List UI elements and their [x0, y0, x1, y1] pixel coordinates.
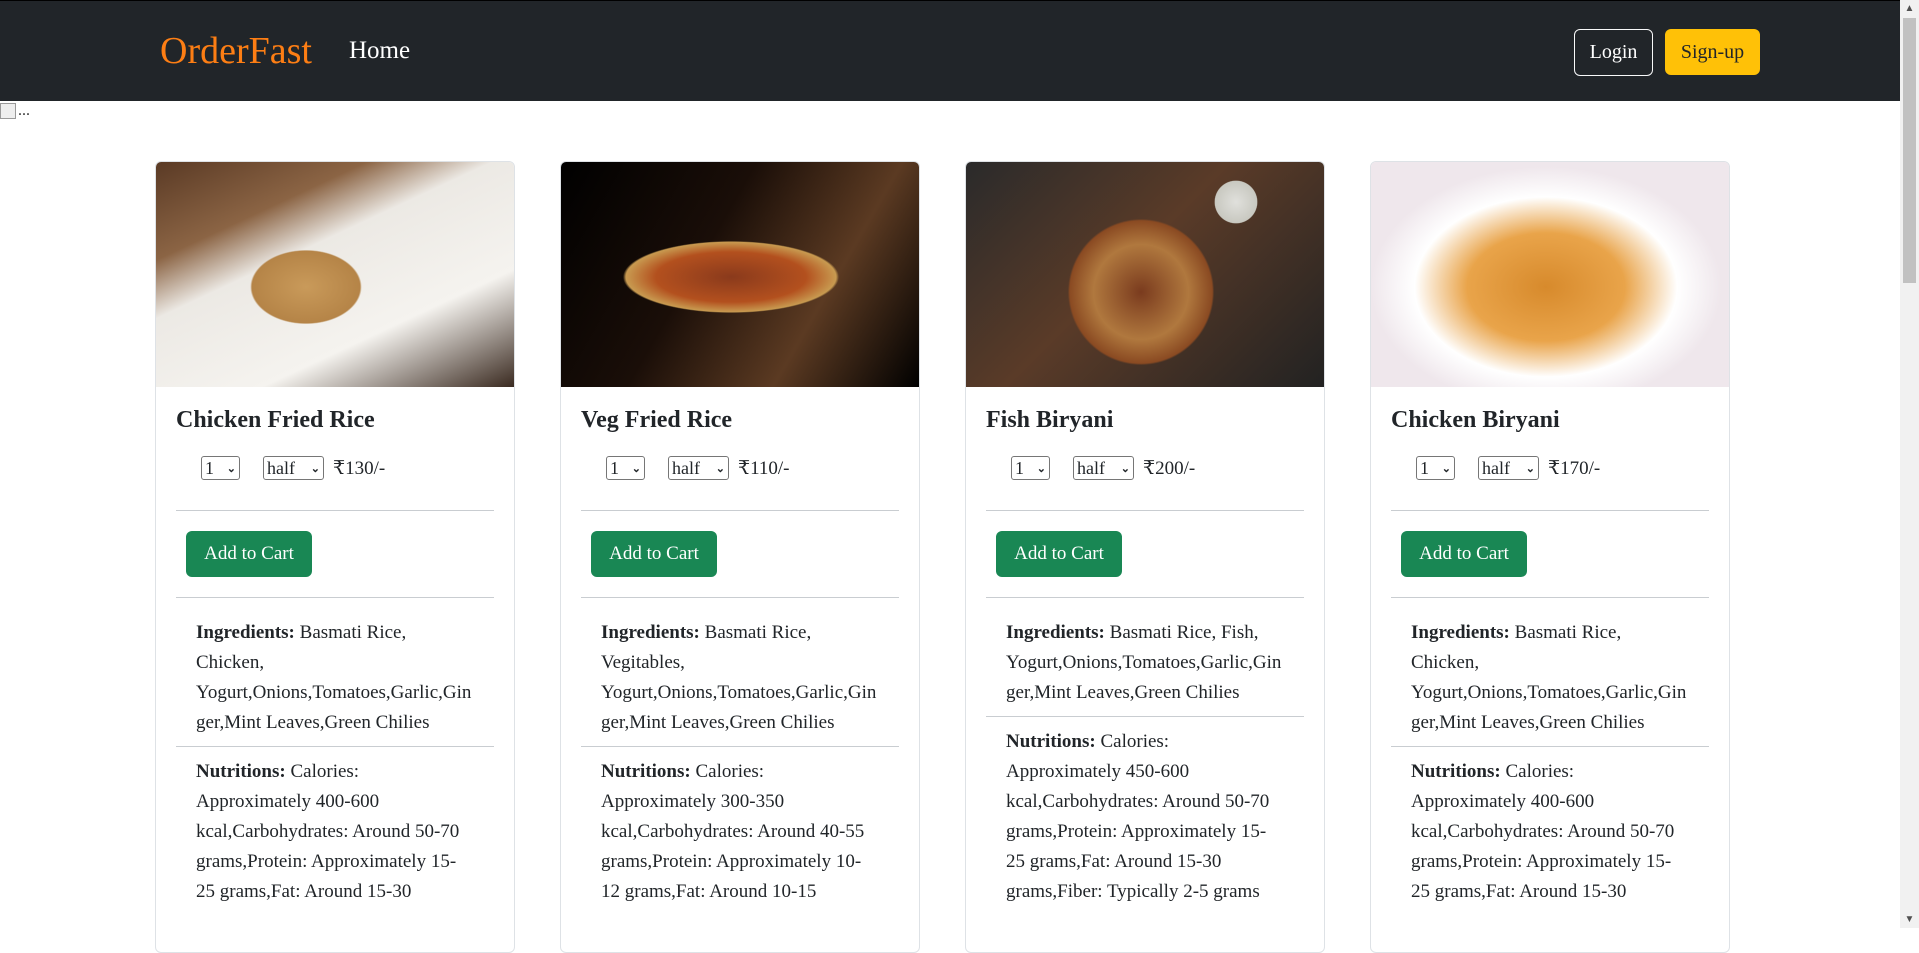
chevron-down-icon: ⌄	[226, 462, 236, 475]
card-body: Chicken Biryani 1 ⌄ half ⌄ ₹170/- Add to C…	[1391, 387, 1709, 907]
scroll-thumb[interactable]	[1903, 18, 1916, 283]
size-select[interactable]: half ⌄	[1073, 456, 1134, 480]
food-image	[1371, 162, 1729, 387]
nutritions-value: Calories: Approximately 300-350 kcal,Car…	[601, 761, 865, 902]
navbar: OrderFast Home Login Sign-up	[0, 0, 1900, 101]
nutritions-label: Nutritions:	[601, 761, 691, 782]
divider	[581, 510, 899, 511]
size-value: half	[672, 457, 700, 478]
nutritions-label: Nutritions:	[1006, 731, 1096, 752]
nutritions-text: Nutritions: Calories: Approximately 400-…	[1391, 747, 1709, 907]
card-body: Fish Biryani 1 ⌄ half ⌄ ₹200/- Add to Cart…	[986, 387, 1304, 907]
divider	[986, 510, 1304, 511]
food-image	[561, 162, 919, 387]
chevron-down-icon: ⌄	[715, 462, 725, 475]
nutritions-value: Calories: Approximately 400-600 kcal,Car…	[1411, 761, 1675, 902]
size-value: half	[1482, 457, 1510, 478]
nutritions-text: Nutritions: Calories: Approximately 450-…	[986, 717, 1304, 907]
food-image	[966, 162, 1324, 387]
order-options: 1 ⌄ half ⌄ ₹130/-	[176, 454, 494, 482]
ingredients-label: Ingredients:	[196, 622, 295, 643]
price: ₹170/-	[1548, 457, 1601, 479]
card-body: Veg Fried Rice 1 ⌄ half ⌄ ₹110/- Add to Ca…	[581, 387, 899, 907]
food-title: Veg Fried Rice	[581, 407, 733, 433]
brand-logo[interactable]: OrderFast	[160, 29, 312, 73]
size-select[interactable]: half ⌄	[1478, 456, 1539, 480]
add-to-cart-button[interactable]: Add to Cart	[1401, 531, 1527, 577]
ingredients-label: Ingredients:	[601, 622, 700, 643]
food-card: Fish Biryani 1 ⌄ half ⌄ ₹200/- Add to Cart…	[965, 161, 1325, 953]
size-value: half	[267, 457, 295, 478]
price: ₹110/-	[738, 457, 790, 479]
food-card: Chicken Biryani 1 ⌄ half ⌄ ₹170/- Add to C…	[1370, 161, 1730, 953]
chevron-down-icon: ⌄	[631, 462, 641, 475]
quantity-value: 1	[1015, 457, 1024, 478]
nutritions-value: Calories: Approximately 450-600 kcal,Car…	[1006, 731, 1270, 902]
quantity-select[interactable]: 1 ⌄	[1416, 456, 1455, 480]
add-to-cart-button[interactable]: Add to Cart	[591, 531, 717, 577]
quantity-select[interactable]: 1 ⌄	[201, 456, 240, 480]
broken-image-icon	[0, 103, 16, 120]
food-title: Fish Biryani	[986, 407, 1114, 433]
nutritions-label: Nutritions:	[196, 761, 286, 782]
chevron-down-icon: ⌄	[1525, 462, 1535, 475]
size-select[interactable]: half ⌄	[263, 456, 324, 480]
broken-banner-image: ...	[0, 102, 30, 120]
ingredients-text: Ingredients: Basmati Rice, Chicken, Yogu…	[1391, 598, 1709, 746]
chevron-down-icon: ⌄	[1120, 462, 1130, 475]
add-to-cart-button[interactable]: Add to Cart	[996, 531, 1122, 577]
ingredients-text: Ingredients: Basmati Rice, Chicken, Yogu…	[176, 598, 494, 746]
ingredients-label: Ingredients:	[1006, 622, 1105, 643]
ingredients-label: Ingredients:	[1411, 622, 1510, 643]
chevron-down-icon: ⌄	[1036, 462, 1046, 475]
nutritions-text: Nutritions: Calories: Approximately 400-…	[176, 747, 494, 907]
order-options: 1 ⌄ half ⌄ ₹200/-	[986, 454, 1304, 482]
price: ₹200/-	[1143, 457, 1196, 479]
nav-home-link[interactable]: Home	[349, 37, 410, 65]
ingredients-text: Ingredients: Basmati Rice, Vegitables, Y…	[581, 598, 899, 746]
chevron-down-icon: ⌄	[310, 462, 320, 475]
size-value: half	[1077, 457, 1105, 478]
nutritions-value: Calories: Approximately 400-600 kcal,Car…	[196, 761, 460, 902]
food-title: Chicken Fried Rice	[176, 407, 375, 433]
quantity-select[interactable]: 1 ⌄	[606, 456, 645, 480]
page-scrollbar[interactable]: ▲ ▼	[1900, 0, 1919, 928]
food-image	[156, 162, 514, 387]
quantity-select[interactable]: 1 ⌄	[1011, 456, 1050, 480]
size-select[interactable]: half ⌄	[668, 456, 729, 480]
quantity-value: 1	[205, 457, 214, 478]
divider	[1391, 510, 1709, 511]
food-title: Chicken Biryani	[1391, 407, 1560, 433]
order-options: 1 ⌄ half ⌄ ₹170/-	[1391, 454, 1709, 482]
add-to-cart-button[interactable]: Add to Cart	[186, 531, 312, 577]
order-options: 1 ⌄ half ⌄ ₹110/-	[581, 454, 899, 482]
food-card: Chicken Fried Rice 1 ⌄ half ⌄ ₹130/- Add t…	[155, 161, 515, 953]
quantity-value: 1	[1420, 457, 1429, 478]
nutritions-text: Nutritions: Calories: Approximately 300-…	[581, 747, 899, 907]
scroll-up-icon[interactable]: ▲	[1900, 0, 1919, 17]
quantity-value: 1	[610, 457, 619, 478]
food-card: Veg Fried Rice 1 ⌄ half ⌄ ₹110/- Add to Ca…	[560, 161, 920, 953]
price: ₹130/-	[333, 457, 386, 479]
broken-image-alt: ...	[18, 102, 30, 119]
chevron-down-icon: ⌄	[1441, 462, 1451, 475]
scroll-down-icon[interactable]: ▼	[1900, 911, 1919, 928]
card-body: Chicken Fried Rice 1 ⌄ half ⌄ ₹130/- Add t…	[176, 387, 494, 907]
login-button[interactable]: Login	[1574, 29, 1653, 76]
nutritions-label: Nutritions:	[1411, 761, 1501, 782]
signup-button[interactable]: Sign-up	[1665, 29, 1760, 75]
ingredients-text: Ingredients: Basmati Rice, Fish, Yogurt,…	[986, 598, 1304, 716]
divider	[176, 510, 494, 511]
